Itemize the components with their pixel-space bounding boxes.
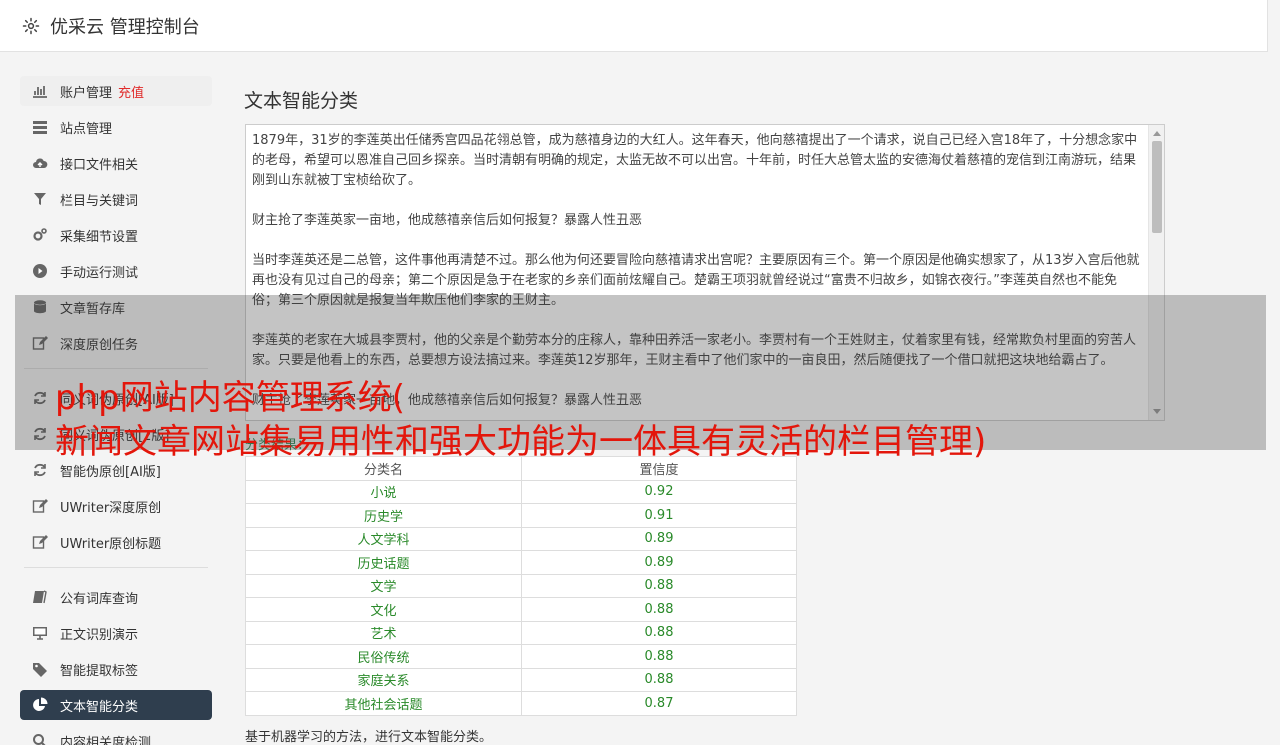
table-row: 人文学科 0.89 — [245, 526, 797, 551]
table-row: 文化 0.88 — [245, 597, 797, 622]
confidence-cell: 0.91 — [521, 503, 797, 528]
confidence-cell: 0.92 — [521, 479, 797, 504]
confidence-cell: 0.87 — [521, 691, 797, 716]
sidebar-divider — [24, 567, 208, 568]
monitor-icon — [32, 625, 48, 641]
sidebar-item-label: 公有词库查询 — [60, 591, 139, 607]
recharge-link[interactable]: 充值 — [118, 82, 144, 101]
category-cell: 文化 — [245, 597, 522, 622]
sidebar-item-manual-run[interactable]: 手动运行测试 — [20, 256, 212, 286]
table-row: 民俗传统 0.88 — [245, 644, 797, 669]
confidence-cell: 0.88 — [521, 597, 797, 622]
sidebar-item-label: UWriter原创标题 — [60, 536, 162, 552]
category-cell: 家庭关系 — [245, 667, 522, 692]
confidence-cell: 0.88 — [521, 620, 797, 645]
sidebar-item-relevance[interactable]: 内容相关度检测 — [20, 726, 212, 745]
sidebar-item-interface[interactable]: 接口文件相关 — [20, 148, 212, 178]
scroll-thumb[interactable] — [1152, 141, 1162, 233]
sidebar-item-label: 接口文件相关 — [60, 157, 139, 173]
sidebar-item-label: 采集细节设置 — [60, 229, 139, 245]
classification-table: 分类名 置信度 小说 0.92 历史学 0.91 人文学科 0.89 历史话题 0.89… — [245, 456, 797, 716]
tag-icon — [32, 661, 48, 677]
sidebar-item-label: 账户管理 — [60, 85, 113, 101]
overlay-caption: php网站内容管理系统( 新闻文章网站集易用性和强大功能为一体具有灵活的栏目管理… — [55, 376, 986, 464]
table-row: 家庭关系 0.88 — [245, 667, 797, 692]
confidence-cell: 0.88 — [521, 667, 797, 692]
sidebar-item-label: 正文识别演示 — [60, 627, 139, 643]
play-icon — [32, 263, 48, 279]
overlay-caption-line1: php网站内容管理系统( — [55, 378, 405, 418]
category-cell: 文学 — [245, 573, 522, 598]
table-row: 其他社会话题 0.87 — [245, 691, 797, 716]
category-cell: 艺术 — [245, 620, 522, 645]
sidebar-item-label: UWriter深度原创 — [60, 500, 162, 516]
pie-chart-icon — [32, 697, 48, 713]
table-row: 艺术 0.88 — [245, 620, 797, 645]
sidebar-item-label: 手动运行测试 — [60, 265, 139, 281]
confidence-cell: 0.88 — [521, 573, 797, 598]
confidence-cell: 0.89 — [521, 526, 797, 551]
category-cell: 其他社会话题 — [245, 691, 522, 716]
app-title: 优采云 管理控制台 — [50, 16, 200, 38]
category-cell: 人文学科 — [245, 526, 522, 551]
sidebar-item-uwriter-deep[interactable]: UWriter深度原创 — [20, 491, 212, 521]
sidebar-item-label: 智能提取标签 — [60, 663, 139, 679]
edit-icon — [32, 534, 48, 550]
sidebar-item-label: 站点管理 — [60, 121, 113, 137]
search-icon — [32, 733, 48, 745]
bar-chart-icon — [32, 83, 48, 99]
sidebar-item-account[interactable]: 账户管理 充值 — [20, 76, 212, 106]
category-cell: 民俗传统 — [245, 644, 522, 669]
gear-icon — [22, 17, 40, 34]
sidebar-item-smart-tags[interactable]: 智能提取标签 — [20, 654, 212, 684]
page-title: 文本智能分类 — [244, 90, 359, 112]
table-row: 历史话题 0.89 — [245, 550, 797, 575]
gears-icon — [32, 227, 48, 243]
overlay-caption-line2: 新闻文章网站集易用性和强大功能为一体具有灵活的栏目管理) — [55, 422, 987, 462]
footer-note: 基于机器学习的方法，进行文本智能分类。 — [245, 730, 493, 745]
table-row: 历史学 0.91 — [245, 503, 797, 528]
sidebar-item-label: 文本智能分类 — [60, 699, 139, 715]
sidebar-item-label: 栏目与关键词 — [60, 193, 139, 209]
sidebar-item-text-recognition[interactable]: 正文识别演示 — [20, 618, 212, 648]
category-cell: 小说 — [245, 479, 522, 504]
sidebar-item-text-classification[interactable]: 文本智能分类 — [20, 690, 212, 720]
server-icon — [32, 119, 48, 135]
edit-icon — [32, 498, 48, 514]
sidebar-item-columns[interactable]: 栏目与关键词 — [20, 184, 212, 214]
filter-icon — [32, 191, 48, 207]
refresh-icon — [32, 462, 48, 478]
sidebar-item-lexicon[interactable]: 公有词库查询 — [20, 582, 212, 612]
category-cell: 历史话题 — [245, 550, 522, 575]
book-icon — [32, 589, 48, 605]
confidence-cell: 0.88 — [521, 644, 797, 669]
sidebar-item-sites[interactable]: 站点管理 — [20, 112, 212, 142]
table-row: 文学 0.88 — [245, 573, 797, 598]
sidebar-item-collect-settings[interactable]: 采集细节设置 — [20, 220, 212, 250]
sidebar-item-label: 内容相关度检测 — [60, 735, 152, 745]
table-row: 小说 0.92 — [245, 479, 797, 504]
sidebar-item-uwriter-title[interactable]: UWriter原创标题 — [20, 527, 212, 557]
cloud-upload-icon — [32, 155, 48, 171]
category-cell: 历史学 — [245, 503, 522, 528]
confidence-cell: 0.89 — [521, 550, 797, 575]
scroll-up-arrow[interactable] — [1153, 131, 1161, 136]
